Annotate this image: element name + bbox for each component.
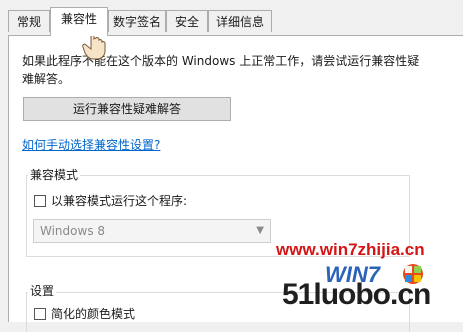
reduced-color-label: 简化的颜色模式	[51, 307, 136, 321]
tab-digital-signatures[interactable]: 数字签名	[108, 10, 166, 32]
reduced-color-checkbox[interactable]	[34, 308, 46, 320]
run-troubleshooter-button[interactable]: 运行兼容性疑难解答	[23, 97, 231, 121]
reduced-color-checkbox-row[interactable]: 简化的颜色模式	[34, 305, 135, 322]
compat-mode-checkbox[interactable]	[34, 195, 46, 207]
compat-mode-checkbox-row[interactable]: 以兼容模式运行这个程序:	[34, 192, 187, 209]
tab-compatibility[interactable]: 兼容性	[50, 7, 108, 36]
tab-general[interactable]: 常规	[8, 10, 50, 32]
watermark-site: www.win7zhijia.cn	[276, 240, 425, 259]
tab-bar: 常规 兼容性 数字签名 安全 详细信息	[0, 0, 463, 36]
compat-mode-select[interactable]: Windows 8 ▼	[33, 219, 271, 243]
compat-mode-title: 兼容模式	[28, 166, 81, 183]
tab-security[interactable]: 安全	[166, 10, 208, 32]
settings-title: 设置	[28, 282, 57, 299]
manual-settings-link[interactable]: 如何手动选择兼容性设置?	[22, 136, 160, 153]
compat-mode-checkbox-label: 以兼容模式运行这个程序:	[51, 194, 188, 208]
chevron-down-icon: ▼	[256, 225, 264, 236]
tab-details[interactable]: 详细信息	[208, 10, 272, 32]
watermark-brand: 51luobo.cn	[282, 278, 431, 311]
compat-mode-select-value: Windows 8	[40, 224, 106, 238]
